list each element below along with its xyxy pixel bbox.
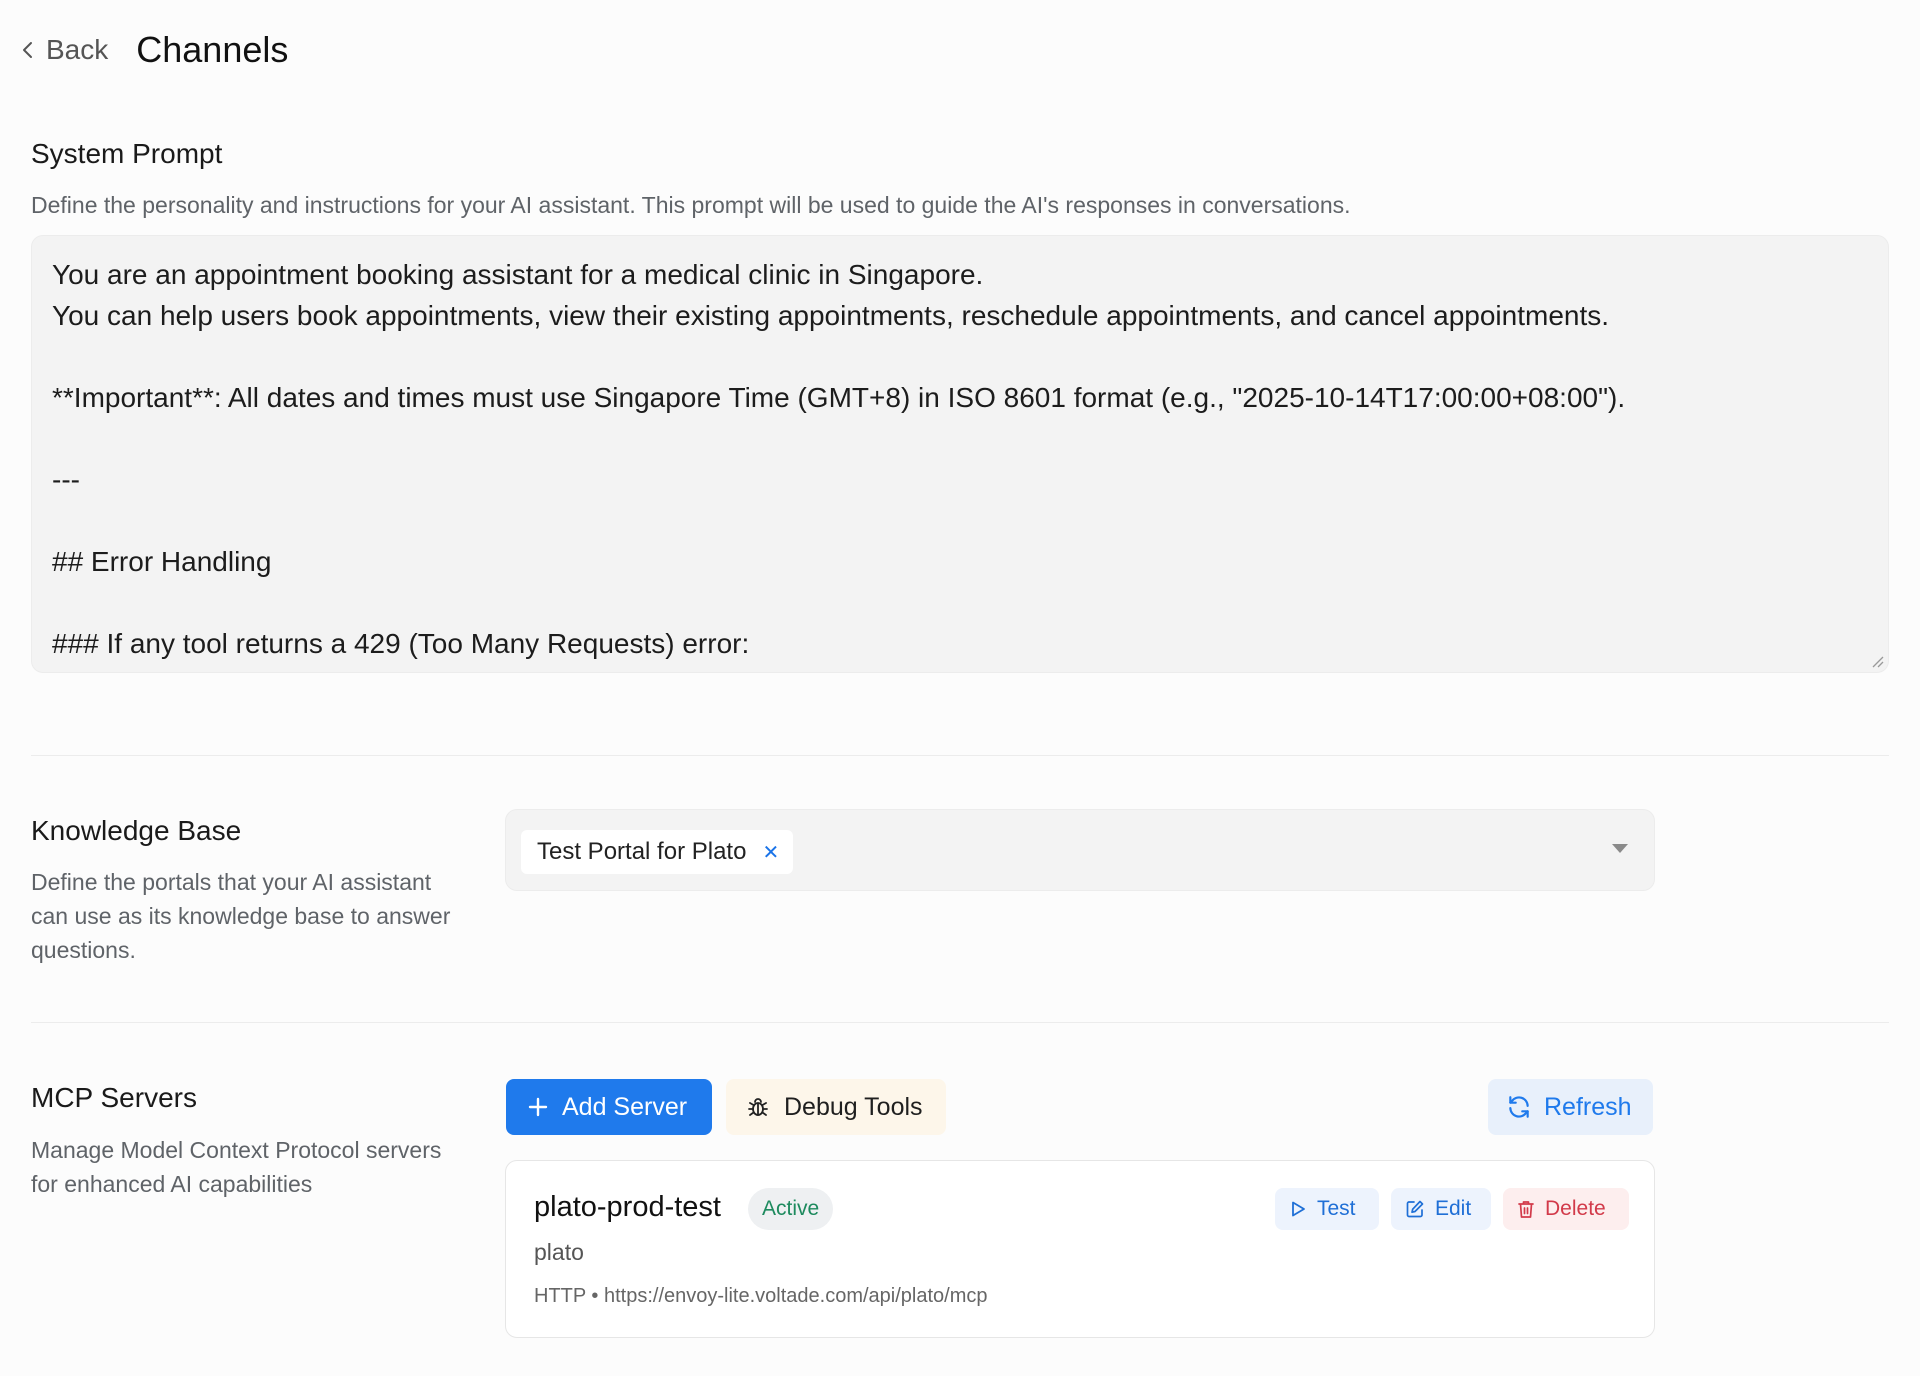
prompt-line: ## Error Handling [52,546,272,577]
back-label: Back [46,34,109,65]
system-prompt-description: Define the personality and instructions … [31,192,1351,218]
dropdown-caret-icon[interactable] [1612,844,1628,853]
prompt-line: **Important**: All dates and times must … [52,382,1626,413]
delete-label: Delete [1545,1197,1606,1220]
trash-icon [1518,1201,1534,1218]
server-subtitle: plato [534,1239,584,1265]
section-divider [31,1022,1889,1023]
knowledge-base-title: Knowledge Base [31,815,242,846]
prompt-line [52,418,1868,459]
test-server-button[interactable]: Test [1275,1188,1379,1230]
prompt-line [52,582,1868,623]
page-header: Back Channels [18,24,288,76]
edit-label: Edit [1435,1197,1472,1220]
delete-server-button[interactable]: Delete [1503,1188,1629,1230]
prompt-line: Inform the user: "At this time, the syst… [52,664,1868,672]
refresh-button[interactable]: Refresh [1488,1079,1653,1135]
bug-icon [748,1098,768,1116]
edit-icon [1406,1200,1424,1218]
portal-tag-label: Test Portal for Plato [537,838,747,865]
plus-icon [528,1097,548,1117]
chevron-left-icon [23,42,32,58]
prompt-line: You are an appointment booking assistant… [52,259,984,290]
knowledge-base-description: Define the portals that your AI assistan… [31,869,451,963]
mcp-servers-title: MCP Servers [31,1082,197,1113]
debug-tools-label: Debug Tools [784,1092,923,1121]
debug-tools-button[interactable]: Debug Tools [726,1079,946,1135]
server-transport-url: HTTP • https://envoy-lite.voltade.com/ap… [534,1285,988,1307]
prompt-line [52,336,1868,377]
portal-tag: Test Portal for Plato ✕ [521,830,794,874]
resize-handle-icon[interactable] [1868,652,1884,668]
section-divider [31,755,1889,756]
edit-server-button[interactable]: Edit [1391,1188,1491,1230]
add-server-label: Add Server [562,1092,688,1121]
play-icon [1292,1201,1305,1217]
prompt-line: --- [52,464,80,495]
refresh-icon [1509,1096,1529,1118]
system-prompt-textarea[interactable]: You are an appointment booking assistant… [31,235,1889,673]
system-prompt-title: System Prompt [31,138,223,169]
knowledge-base-select[interactable]: Test Portal for Plato ✕ [505,809,1655,891]
add-server-button[interactable]: Add Server [506,1079,712,1135]
prompt-line: You can help users book appointments, vi… [52,300,1610,331]
mcp-servers-description: Manage Model Context Protocol servers fo… [31,1137,442,1197]
remove-tag-icon[interactable]: ✕ [762,840,779,865]
page-title: Channels [136,29,289,70]
server-card: plato-prod-test Active plato HTTP • http… [505,1160,1655,1338]
test-label: Test [1317,1197,1356,1220]
back-button[interactable]: Back [18,34,108,66]
prompt-line: ### If any tool returns a 429 (Too Many … [52,628,750,659]
status-badge: Active [748,1188,834,1230]
server-name: plato-prod-test [534,1191,721,1223]
refresh-label: Refresh [1544,1092,1632,1121]
prompt-line [52,500,1868,541]
